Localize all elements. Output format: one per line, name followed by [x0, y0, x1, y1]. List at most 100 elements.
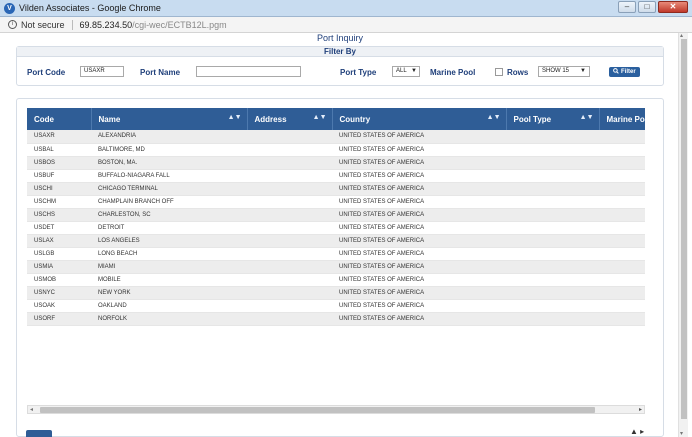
- cell-name: LOS ANGELES: [91, 234, 247, 248]
- cell-code: USOAK: [27, 299, 91, 313]
- cell-country: UNITED STATES OF AMERICA: [332, 156, 506, 170]
- column-header-name[interactable]: Name ▲▼: [91, 108, 248, 130]
- table-row[interactable]: USCHI CHICAGO TERMINAL UNITED STATES OF AM…: [27, 182, 645, 196]
- scroll-right-icon[interactable]: ▸: [639, 406, 642, 414]
- table-row[interactable]: USOAK OAKLAND UNITED STATES OF AMERICA: [27, 299, 645, 313]
- minimize-button[interactable]: –: [618, 1, 636, 13]
- sort-icon[interactable]: ▲▼: [313, 114, 327, 121]
- filter-button[interactable]: Filter: [609, 67, 640, 77]
- column-header-code[interactable]: Code: [27, 108, 92, 130]
- table-row[interactable]: USCHS CHARLESTON, SC UNITED STATES OF AMER…: [27, 208, 645, 222]
- column-header-marine-pool[interactable]: Marine Pool: [599, 108, 645, 130]
- search-icon: [613, 68, 620, 74]
- table-row[interactable]: USLGB LONG BEACH UNITED STATES OF AMERICA: [27, 247, 645, 261]
- cell-country: UNITED STATES OF AMERICA: [332, 286, 506, 300]
- info-icon[interactable]: i: [8, 20, 17, 29]
- table-row[interactable]: USDET DETROIT UNITED STATES OF AMERICA: [27, 221, 645, 235]
- cell-country: UNITED STATES OF AMERICA: [332, 234, 506, 248]
- cell-pool-type: [506, 208, 599, 222]
- rows-value: SHOW 15: [542, 68, 570, 74]
- cell-address: [247, 260, 332, 274]
- maximize-button[interactable]: □: [638, 1, 656, 13]
- url-host[interactable]: 69.85.234.50: [80, 20, 133, 30]
- table-row[interactable]: USBAL BALTIMORE, MD UNITED STATES OF AMERI…: [27, 143, 645, 157]
- arrow-right-icon[interactable]: ▸: [640, 427, 644, 436]
- scroll-left-icon[interactable]: ◂: [30, 406, 33, 414]
- sort-icon[interactable]: ▲▼: [228, 114, 242, 121]
- cell-marine-pool: [599, 221, 645, 235]
- sort-icon[interactable]: ▲▼: [487, 114, 501, 121]
- page-title: Port Inquiry: [316, 33, 364, 43]
- cell-marine-pool: [599, 273, 645, 287]
- cell-name: CHICAGO TERMINAL: [91, 182, 247, 196]
- column-header-address[interactable]: Address ▲▼: [247, 108, 333, 130]
- port-type-select[interactable]: ALL ▼: [392, 66, 420, 77]
- close-button[interactable]: ✕: [658, 1, 688, 13]
- url-path[interactable]: /cgi-wec/ECTB12L.pgm: [132, 20, 227, 30]
- table-row[interactable]: USMIA MIAMI UNITED STATES OF AMERICA: [27, 260, 645, 274]
- address-bar[interactable]: i Not secure 69.85.234.50/cgi-wec/ECTB12…: [0, 17, 692, 33]
- security-status[interactable]: Not secure: [21, 20, 65, 30]
- arrow-up-icon[interactable]: ▲: [630, 427, 638, 436]
- cell-code: USCHI: [27, 182, 91, 196]
- results-grid[interactable]: Code Name ▲▼ Address ▲▼ Country ▲▼ Pool Typ…: [27, 108, 645, 406]
- ports-table: Code Name ▲▼ Address ▲▼ Country ▲▼ Pool Typ…: [27, 108, 645, 326]
- table-row[interactable]: USBUF BUFFALO-NIAGARA FALL UNITED STATES O…: [27, 169, 645, 183]
- cell-country: UNITED STATES OF AMERICA: [332, 247, 506, 261]
- cell-marine-pool: [599, 299, 645, 313]
- window-titlebar: V Vilden Associates - Google Chrome – □ …: [0, 0, 692, 17]
- scroll-up-icon[interactable]: ▴: [680, 32, 683, 39]
- rows-checkbox[interactable]: [495, 68, 503, 76]
- column-header-country[interactable]: Country ▲▼: [332, 108, 507, 130]
- bottom-button[interactable]: [26, 430, 52, 437]
- port-code-input[interactable]: USAXR: [80, 66, 124, 77]
- page-arrows[interactable]: ▲ ▸: [630, 427, 644, 436]
- window-controls: – □ ✕: [618, 1, 688, 13]
- cell-name: BUFFALO-NIAGARA FALL: [91, 169, 247, 183]
- cell-name: MOBILE: [91, 273, 247, 287]
- rows-select[interactable]: SHOW 15 ▼: [538, 66, 590, 77]
- table-row[interactable]: USMOB MOBILE UNITED STATES OF AMERICA: [27, 273, 645, 287]
- cell-country: UNITED STATES OF AMERICA: [332, 195, 506, 209]
- cell-marine-pool: [599, 234, 645, 248]
- port-name-input[interactable]: [196, 66, 301, 77]
- cell-pool-type: [506, 299, 599, 313]
- scroll-down-icon[interactable]: ▾: [680, 430, 683, 437]
- cell-pool-type: [506, 286, 599, 300]
- table-row[interactable]: USORF NORFOLK UNITED STATES OF AMERICA: [27, 312, 645, 326]
- app-logo-icon: V: [4, 2, 15, 14]
- cell-code: USBAL: [27, 143, 91, 157]
- port-type-value: ALL: [396, 68, 407, 74]
- column-header-label: Country: [339, 114, 371, 124]
- cell-marine-pool: [599, 195, 645, 209]
- cell-code: USBUF: [27, 169, 91, 183]
- vertical-scrollbar[interactable]: ▴ ▾: [678, 33, 688, 437]
- table-row[interactable]: USAXR ALEXANDRIA UNITED STATES OF AMERICA: [27, 130, 645, 144]
- filter-button-label: Filter: [621, 69, 636, 75]
- table-row[interactable]: USLAX LOS ANGELES UNITED STATES OF AMERICA: [27, 234, 645, 248]
- table-row[interactable]: USNYC NEW YORK UNITED STATES OF AMERICA: [27, 286, 645, 300]
- table-row[interactable]: USBOS BOSTON, MA. UNITED STATES OF AMERICA: [27, 156, 645, 170]
- cell-pool-type: [506, 234, 599, 248]
- cell-pool-type: [506, 182, 599, 196]
- chevron-down-icon: ▼: [580, 68, 586, 74]
- cell-country: UNITED STATES OF AMERICA: [332, 169, 506, 183]
- sort-icon[interactable]: ▲▼: [580, 114, 594, 121]
- cell-code: USCHM: [27, 195, 91, 209]
- table-body: USAXR ALEXANDRIA UNITED STATES OF AMERICA U…: [27, 130, 645, 326]
- cell-address: [247, 169, 332, 183]
- column-header-label: Pool Type: [513, 114, 552, 124]
- cell-pool-type: [506, 312, 599, 326]
- cell-address: [247, 273, 332, 287]
- cell-name: ALEXANDRIA: [91, 130, 247, 144]
- cell-country: UNITED STATES OF AMERICA: [332, 208, 506, 222]
- cell-address: [247, 182, 332, 196]
- cell-address: [247, 247, 332, 261]
- scrollbar-thumb[interactable]: [681, 39, 687, 419]
- column-header-pool-type[interactable]: Pool Type ▲▼: [506, 108, 600, 130]
- table-row[interactable]: USCHM CHAMPLAIN BRANCH OFF UNITED STATES O…: [27, 195, 645, 209]
- horizontal-scrollbar[interactable]: ◂ ▸: [27, 405, 645, 414]
- cell-code: USLAX: [27, 234, 91, 248]
- cell-address: [247, 195, 332, 209]
- scrollbar-thumb[interactable]: [40, 407, 595, 413]
